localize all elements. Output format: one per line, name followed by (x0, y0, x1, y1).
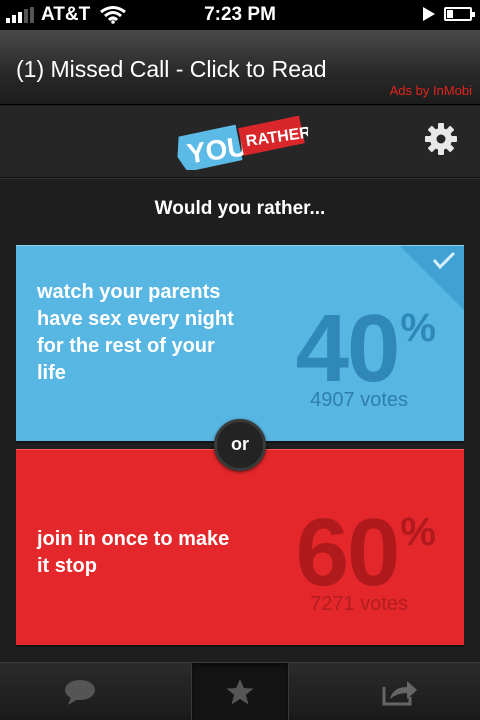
tab-comments[interactable] (0, 663, 160, 720)
option-card-1[interactable]: watch your parents have sex every night … (16, 245, 464, 441)
question-prompt: Would you rather... (154, 198, 326, 219)
play-icon (423, 7, 435, 21)
or-divider-badge: or (214, 419, 266, 471)
star-icon (226, 679, 254, 705)
option-1-percent: 40% (295, 295, 436, 402)
option-1-text: watch your parents have sex every night … (37, 281, 234, 384)
ad-text[interactable]: (1) Missed Call - Click to Read (16, 56, 327, 83)
option-card-2[interactable]: join in once to make it stop 60% 7271 vo… (16, 449, 464, 645)
bottom-tab-bar (0, 662, 480, 720)
status-time: 7:23 PM (204, 4, 276, 25)
status-bar: AT&T 7:23 PM (0, 0, 480, 30)
option-2-text: join in once to make it stop (37, 528, 230, 577)
ad-credit: Ads by InMobi (389, 83, 472, 98)
option-1-votes: 4907 votes (310, 389, 408, 411)
option-2-votes: 7271 votes (310, 593, 408, 615)
app-header: YOU RATHER (0, 106, 480, 178)
battery-icon (444, 7, 475, 21)
tab-favorites[interactable] (191, 663, 289, 720)
option-2-percent: 60% (295, 499, 436, 606)
settings-gear-icon[interactable] (424, 122, 458, 156)
comment-icon (65, 680, 95, 705)
tab-share[interactable] (320, 663, 480, 720)
ad-banner[interactable]: (1) Missed Call - Click to Read Ads by I… (0, 30, 480, 105)
app-logo: YOU RATHER (177, 115, 308, 170)
share-icon (382, 681, 417, 706)
status-right (422, 6, 475, 22)
